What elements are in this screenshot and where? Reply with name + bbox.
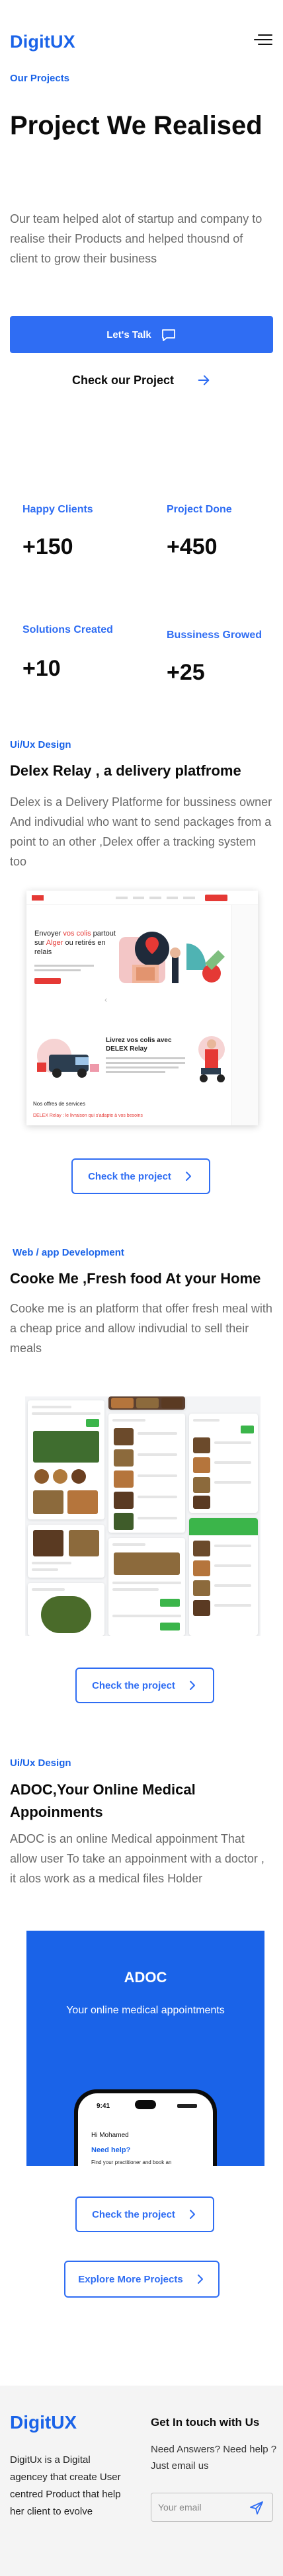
delex-side-panel xyxy=(231,905,258,1125)
stat-label-happy-clients: Happy Clients xyxy=(22,504,93,515)
project-title-adoc: ADOC,Your Online Medical Appoinments xyxy=(10,1781,196,1820)
footer-contact-text: Need Answers? Need help ? Just email us xyxy=(151,2444,277,2472)
stat-value-solutions-created: +10 xyxy=(22,656,61,681)
cookeme-screen-detail xyxy=(28,1583,104,1636)
site-header: DigitUX xyxy=(0,0,283,79)
delex-mockup: Envoyer vos colis partout sur Alger ou r… xyxy=(26,891,258,1125)
cookeme-screen-list xyxy=(28,1525,104,1578)
project-title-delex: Delex Relay , a delivery platfrome xyxy=(10,762,241,779)
send-paper-plane-icon[interactable] xyxy=(249,2500,264,2516)
section-eyebrow: Our Projects xyxy=(10,73,70,84)
chevron-right-icon xyxy=(189,1681,195,1690)
delex-mockup-cta xyxy=(34,978,61,984)
site-footer: DigitUX DigitUx is a Digital agencey tha… xyxy=(0,2386,283,2576)
stat-value-bussiness-growed: +25 xyxy=(167,660,205,685)
adoc-greeting: Hi Mohamed xyxy=(91,2132,129,2139)
hero-description: Our team helped alot of startup and comp… xyxy=(10,212,263,265)
chevron-right-icon xyxy=(197,2274,203,2284)
footer-contact-title: Get In touch with Us xyxy=(151,2416,260,2429)
adoc-mockup-subtitle: Your online medical appointments xyxy=(66,2005,225,2016)
chevron-right-icon xyxy=(189,2210,195,2219)
delex-services-subtitle: DELEX Relay : le livraison qui s'adapte … xyxy=(33,1113,143,1118)
project-tag-cookeme: Web / app Development xyxy=(13,1247,124,1258)
stat-value-happy-clients: +150 xyxy=(22,534,73,559)
project-tag-delex: Ui/Ux Design xyxy=(10,739,71,750)
cookeme-mockup xyxy=(25,1396,261,1636)
cookeme-food-strip xyxy=(108,1396,185,1410)
adoc-phone-screen: 9:41 Hi Mohamed Need help? Find your pra… xyxy=(78,2093,213,2166)
stat-label-solutions-created: Solutions Created xyxy=(22,624,113,635)
adoc-phone-time: 9:41 xyxy=(97,2103,110,2110)
delex-logo xyxy=(32,895,44,901)
check-project-button-cookeme[interactable]: Check the project xyxy=(75,1668,214,1703)
delex-carousel-arrow-icon: ‹ xyxy=(104,995,107,1004)
stat-value-project-done: +450 xyxy=(167,534,218,559)
delex-hero-illustration xyxy=(119,932,225,983)
cookeme-screen-orders xyxy=(189,1414,258,1513)
project-title-cookeme: Cooke Me ,Fresh food At your Home xyxy=(10,1270,261,1287)
project-description-cookeme: Cooke me is an platform that offer fresh… xyxy=(10,1302,272,1355)
project-description-delex: Delex is a Delivery Platforme for bussin… xyxy=(10,795,272,868)
check-project-label: Check the project xyxy=(92,2208,175,2220)
adoc-find-text: Find your practitioner and book an xyxy=(91,2159,172,2165)
lets-talk-label: Let's Talk xyxy=(106,329,151,341)
footer-about: DigitUx is a Digital agencey that create… xyxy=(10,2454,121,2517)
adoc-need-help: Need help? xyxy=(91,2146,131,2154)
chat-message-icon xyxy=(161,329,175,341)
check-project-button-delex[interactable]: Check the project xyxy=(71,1158,210,1194)
hamburger-menu-icon[interactable] xyxy=(254,33,272,48)
adoc-mockup: ADOC Your online medical appointments 9:… xyxy=(26,1931,264,2166)
check-our-project-label: Check our Project xyxy=(71,373,175,387)
email-input[interactable] xyxy=(158,2499,244,2516)
cookeme-screen-profile xyxy=(189,1518,258,1636)
status-bar-icons xyxy=(177,2104,197,2108)
logo[interactable]: DigitUX xyxy=(10,32,75,52)
stat-label-bussiness-growed: Bussiness Growed xyxy=(167,629,263,641)
check-project-label: Check the project xyxy=(88,1170,171,1182)
check-our-project-link[interactable]: Check our Project xyxy=(0,370,283,390)
chevron-right-icon xyxy=(185,1172,191,1181)
delex-delivery-van-illustration xyxy=(37,1039,99,1078)
lets-talk-button[interactable]: Let's Talk xyxy=(10,316,273,353)
cookeme-screen-home xyxy=(28,1400,104,1519)
cookeme-screen-cart xyxy=(108,1538,185,1636)
project-tag-adoc: Ui/Ux Design xyxy=(10,1757,71,1769)
check-project-label: Check the project xyxy=(92,1679,175,1691)
delex-mockup-headline: Envoyer vos colis partout sur Alger ou r… xyxy=(34,930,116,956)
footer-logo[interactable]: DigitUX xyxy=(10,2412,77,2433)
cookeme-screen-menu xyxy=(108,1414,185,1533)
arrow-right-icon xyxy=(198,375,210,385)
delex-courier-illustration xyxy=(198,1036,225,1082)
newsletter-form xyxy=(151,2493,273,2522)
stat-label-project-done: Project Done xyxy=(167,504,232,515)
phone-notch xyxy=(135,2100,156,2109)
page: DigitUX Our Projects Project We Realised… xyxy=(0,0,283,2576)
adoc-mockup-title: ADOC xyxy=(124,1969,167,1986)
page-title: Project We Realised xyxy=(10,111,263,140)
explore-more-projects-button[interactable]: Explore More Projects xyxy=(64,2261,220,2298)
delex-section-title: Livrez vos colis avec DELEX Relay xyxy=(106,1037,172,1053)
adoc-phone-frame: 9:41 Hi Mohamed Need help? Find your pra… xyxy=(74,2089,217,2166)
delex-services-title: Nos offres de services xyxy=(33,1101,85,1107)
explore-more-projects-label: Explore More Projects xyxy=(78,2273,183,2285)
delex-mockup-navbar xyxy=(26,891,258,905)
project-description-adoc: ADOC is an online Medical appoinment Tha… xyxy=(10,1832,264,1885)
check-project-button-adoc[interactable]: Check the project xyxy=(75,2196,214,2232)
